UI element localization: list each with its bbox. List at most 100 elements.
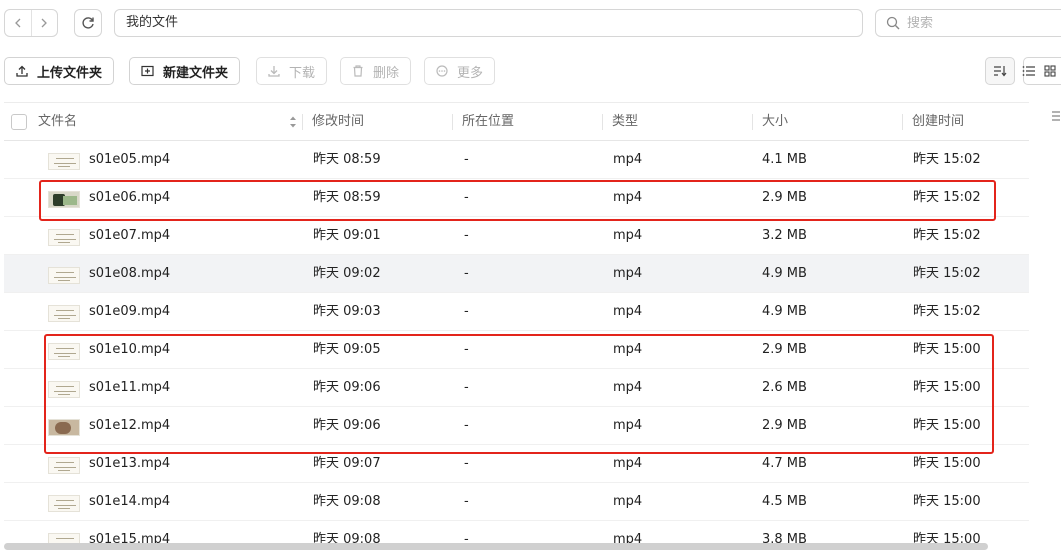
file-name[interactable]: s01e06.mp4 bbox=[89, 179, 170, 217]
back-button[interactable] bbox=[5, 10, 31, 36]
file-name[interactable]: s01e07.mp4 bbox=[89, 217, 170, 255]
file-type: mp4 bbox=[613, 304, 643, 319]
modified-time: 昨天 09:06 bbox=[313, 418, 381, 433]
modified-time: 昨天 09:08 bbox=[313, 494, 381, 509]
file-name[interactable]: s01e11.mp4 bbox=[89, 369, 170, 407]
search-input[interactable] bbox=[907, 15, 1047, 31]
forward-button[interactable] bbox=[30, 10, 58, 36]
table-row[interactable]: s01e10.mp4 昨天 09:05 - mp4 2.9 MB 昨天 15:00 bbox=[4, 331, 1029, 369]
column-header-type[interactable]: 类型 bbox=[612, 103, 638, 141]
file-name[interactable]: s01e12.mp4 bbox=[89, 407, 170, 445]
file-table: 文件名 修改时间 所在位置 类型 大小 创建时间 s01e05.mp4 昨天 08… bbox=[4, 102, 1029, 552]
video-thumbnail bbox=[48, 419, 80, 436]
file-type: mp4 bbox=[613, 494, 643, 509]
created-time: 昨天 15:00 bbox=[913, 380, 981, 395]
table-row[interactable]: s01e07.mp4 昨天 09:01 - mp4 3.2 MB 昨天 15:02 bbox=[4, 217, 1029, 255]
table-row[interactable]: s01e11.mp4 昨天 09:06 - mp4 2.6 MB 昨天 15:00 bbox=[4, 369, 1029, 407]
column-separator[interactable] bbox=[602, 114, 603, 130]
column-header-size[interactable]: 大小 bbox=[762, 103, 788, 141]
sort-button[interactable] bbox=[985, 57, 1015, 85]
column-separator[interactable] bbox=[452, 114, 453, 130]
file-name[interactable]: s01e05.mp4 bbox=[89, 141, 170, 179]
table-row[interactable]: s01e05.mp4 昨天 08:59 - mp4 4.1 MB 昨天 15:02 bbox=[4, 141, 1029, 179]
table-row[interactable]: s01e08.mp4 昨天 09:02 - mp4 4.9 MB 昨天 15:02 bbox=[4, 255, 1029, 293]
file-size: 2.9 MB bbox=[762, 418, 807, 433]
select-all-checkbox[interactable] bbox=[11, 114, 27, 130]
more-icon bbox=[436, 65, 448, 77]
sort-arrows-icon[interactable] bbox=[289, 115, 297, 129]
file-location: - bbox=[464, 304, 469, 319]
column-header-location[interactable]: 所在位置 bbox=[462, 103, 514, 141]
file-location: - bbox=[464, 228, 469, 243]
refresh-icon bbox=[82, 17, 94, 29]
created-time: 昨天 15:00 bbox=[913, 342, 981, 357]
file-location: - bbox=[464, 418, 469, 433]
chevron-left-icon bbox=[14, 18, 21, 28]
path-bar[interactable]: 我的文件 bbox=[114, 9, 863, 37]
upload-folder-button[interactable]: 上传文件夹 bbox=[4, 57, 115, 85]
table-row[interactable]: s01e06.mp4 昨天 08:59 - mp4 2.9 MB 昨天 15:02 bbox=[4, 179, 1029, 217]
file-name[interactable]: s01e13.mp4 bbox=[89, 445, 170, 483]
file-name[interactable]: s01e08.mp4 bbox=[89, 255, 170, 293]
delete-button[interactable]: 删除 bbox=[340, 57, 412, 85]
file-location: - bbox=[464, 380, 469, 395]
history-nav bbox=[4, 9, 58, 37]
new-folder-button[interactable]: 新建文件夹 bbox=[129, 57, 241, 85]
more-label: 更多 bbox=[457, 65, 484, 81]
modified-time: 昨天 09:06 bbox=[313, 380, 381, 395]
video-thumbnail bbox=[48, 229, 80, 246]
download-icon bbox=[268, 66, 280, 77]
file-size: 4.9 MB bbox=[762, 304, 807, 319]
modified-time: 昨天 09:02 bbox=[313, 266, 381, 281]
more-button[interactable]: 更多 bbox=[424, 57, 496, 85]
table-row[interactable]: s01e12.mp4 昨天 09:06 - mp4 2.9 MB 昨天 15:00 bbox=[4, 407, 1029, 445]
grid-view-icon bbox=[1044, 65, 1056, 77]
column-separator[interactable] bbox=[752, 114, 753, 130]
column-header-created[interactable]: 创建时间 bbox=[912, 103, 964, 141]
file-size: 4.5 MB bbox=[762, 494, 807, 509]
column-separator[interactable] bbox=[302, 114, 303, 130]
table-header: 文件名 修改时间 所在位置 类型 大小 创建时间 bbox=[4, 102, 1029, 141]
file-type: mp4 bbox=[613, 342, 643, 357]
file-type: mp4 bbox=[613, 418, 643, 433]
file-location: - bbox=[464, 456, 469, 471]
file-name[interactable]: s01e14.mp4 bbox=[89, 483, 170, 521]
modified-time: 昨天 09:05 bbox=[313, 342, 381, 357]
created-time: 昨天 15:00 bbox=[913, 418, 981, 433]
download-button[interactable]: 下载 bbox=[256, 57, 328, 85]
file-location: - bbox=[464, 494, 469, 509]
table-row[interactable]: s01e14.mp4 昨天 09:08 - mp4 4.5 MB 昨天 15:00 bbox=[4, 483, 1029, 521]
view-toggle[interactable] bbox=[1022, 57, 1061, 85]
file-size: 2.6 MB bbox=[762, 380, 807, 395]
column-header-name[interactable]: 文件名 bbox=[38, 103, 77, 141]
trash-icon bbox=[353, 65, 363, 77]
file-location: - bbox=[464, 342, 469, 357]
file-list: s01e05.mp4 昨天 08:59 - mp4 4.1 MB 昨天 15:02 s01e… bbox=[4, 141, 1029, 552]
search-box[interactable] bbox=[875, 9, 1061, 37]
modified-time: 昨天 08:59 bbox=[313, 152, 381, 167]
table-row[interactable]: s01e13.mp4 昨天 09:07 - mp4 4.7 MB 昨天 15:00 bbox=[4, 445, 1029, 483]
file-size: 2.9 MB bbox=[762, 190, 807, 205]
column-header-modified[interactable]: 修改时间 bbox=[312, 103, 364, 141]
column-separator[interactable] bbox=[902, 114, 903, 130]
column-settings-icon[interactable] bbox=[1048, 108, 1060, 126]
file-type: mp4 bbox=[613, 266, 643, 281]
file-name[interactable]: s01e10.mp4 bbox=[89, 331, 170, 369]
refresh-button[interactable] bbox=[74, 9, 102, 37]
upload-icon bbox=[16, 65, 28, 77]
created-time: 昨天 15:00 bbox=[913, 494, 981, 509]
file-size: 4.1 MB bbox=[762, 152, 807, 167]
sort-icon bbox=[994, 66, 1007, 77]
file-name[interactable]: s01e09.mp4 bbox=[89, 293, 170, 331]
search-icon bbox=[886, 16, 900, 30]
modified-time: 昨天 08:59 bbox=[313, 190, 381, 205]
horizontal-scrollbar[interactable] bbox=[4, 543, 988, 550]
created-time: 昨天 15:02 bbox=[913, 304, 981, 319]
table-row[interactable]: s01e09.mp4 昨天 09:03 - mp4 4.9 MB 昨天 15:02 bbox=[4, 293, 1029, 331]
file-type: mp4 bbox=[613, 152, 643, 167]
list-view-icon bbox=[1022, 66, 1035, 76]
created-time: 昨天 15:02 bbox=[913, 266, 981, 281]
modified-time: 昨天 09:01 bbox=[313, 228, 381, 243]
new-folder-icon bbox=[141, 65, 154, 77]
video-thumbnail bbox=[48, 381, 80, 398]
